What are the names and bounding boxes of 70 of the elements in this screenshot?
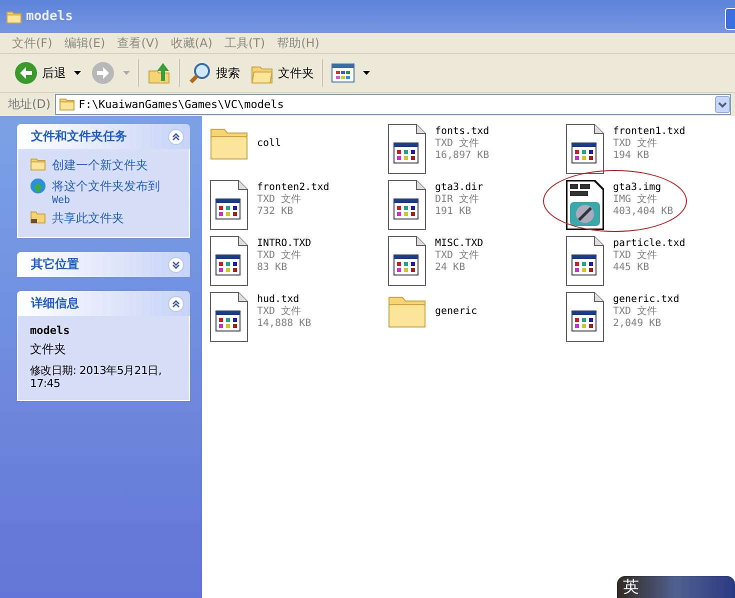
file-size: 83 KB — [257, 262, 288, 274]
file-size: 16,897 KB — [435, 150, 490, 162]
file-size: 732 KB — [257, 206, 294, 218]
detail-type: 文件夹 — [30, 341, 67, 358]
file-name[interactable]: fronten2.txd — [257, 182, 330, 194]
file-size: 194 KB — [613, 150, 650, 162]
search-icon — [188, 61, 212, 85]
file-type: TXD 文件 — [613, 138, 658, 150]
file-size: 191 KB — [435, 206, 472, 218]
file-type: TXD 文件 — [613, 250, 658, 262]
task-link[interactable]: 共享此文件夹 — [30, 210, 179, 227]
file-name[interactable]: gta3.img — [613, 182, 674, 194]
file-type: DIR 文件 — [435, 194, 480, 206]
document-icon — [210, 292, 248, 342]
document-icon — [566, 236, 604, 286]
file-name[interactable]: generic.txd — [613, 294, 680, 306]
file-size: 14,888 KB — [257, 318, 312, 330]
panel-header[interactable]: 其它位置 — [17, 252, 190, 277]
document-icon — [210, 236, 248, 286]
file-type: IMG 文件 — [613, 194, 658, 206]
file-size: 403,404 KB — [613, 206, 674, 218]
grid-icon — [331, 61, 355, 85]
task-link[interactable]: 创建一个新文件夹 — [30, 157, 179, 174]
wrench-document-icon — [566, 180, 604, 230]
address-label: 地址(D) — [8, 96, 51, 112]
file-name[interactable]: coll — [257, 138, 282, 150]
folder-up-icon — [147, 61, 171, 85]
document-icon — [566, 292, 604, 342]
file-type: TXD 文件 — [613, 306, 658, 318]
document-icon — [566, 124, 604, 174]
address-field[interactable]: F:\KuaiwanGames\Games\VC\models — [54, 94, 731, 114]
globe-icon — [30, 178, 46, 194]
file-name[interactable]: generic — [435, 306, 478, 318]
folder-icon — [6, 10, 22, 24]
panel-header[interactable]: 文件和文件夹任务 — [17, 124, 190, 149]
file-type: TXD 文件 — [435, 138, 480, 150]
file-name[interactable]: fonts.txd — [435, 126, 490, 138]
window-title: models — [26, 9, 73, 24]
document-icon — [388, 124, 426, 174]
language-bar[interactable]: 英 — [617, 576, 735, 598]
folder-icon — [30, 157, 46, 171]
file-name[interactable]: gta3.dir — [435, 182, 484, 194]
file-size: 445 KB — [613, 262, 650, 274]
file-name[interactable]: fronten1.txd — [613, 126, 686, 138]
dropdown-icon — [363, 71, 370, 75]
file-type: TXD 文件 — [257, 250, 302, 262]
document-icon — [388, 180, 426, 230]
panel-header[interactable]: 详细信息 — [17, 291, 190, 316]
back-button[interactable]: 后退 — [12, 59, 83, 87]
dropdown-button-icon — [715, 96, 730, 112]
file-type: TXD 文件 — [257, 194, 302, 206]
shared-folder-icon — [30, 210, 46, 224]
file-type: TXD 文件 — [257, 306, 302, 318]
file-type: TXD 文件 — [435, 250, 480, 262]
search-button[interactable]: 搜索 — [186, 59, 242, 87]
file-size: 2,049 KB — [613, 318, 662, 330]
file-size: 24 KB — [435, 262, 466, 274]
dropdown-icon — [74, 71, 81, 75]
file-name[interactable]: particle.txd — [613, 238, 686, 250]
file-name[interactable]: MISC.TXD — [435, 238, 484, 250]
folders-button[interactable]: 文件夹 — [248, 59, 316, 87]
dropdown-icon — [123, 71, 130, 75]
document-icon — [388, 236, 426, 286]
detail-modified: 修改日期: 2013年5月21日, 17:45 — [30, 364, 163, 390]
document-icon — [210, 180, 248, 230]
file-name[interactable]: INTRO.TXD — [257, 238, 312, 250]
task-link[interactable]: 将这个文件夹发布到 Web — [30, 178, 179, 206]
file-name[interactable]: hud.txd — [257, 294, 312, 306]
detail-name: models — [30, 324, 71, 337]
folder-icon — [58, 97, 75, 111]
